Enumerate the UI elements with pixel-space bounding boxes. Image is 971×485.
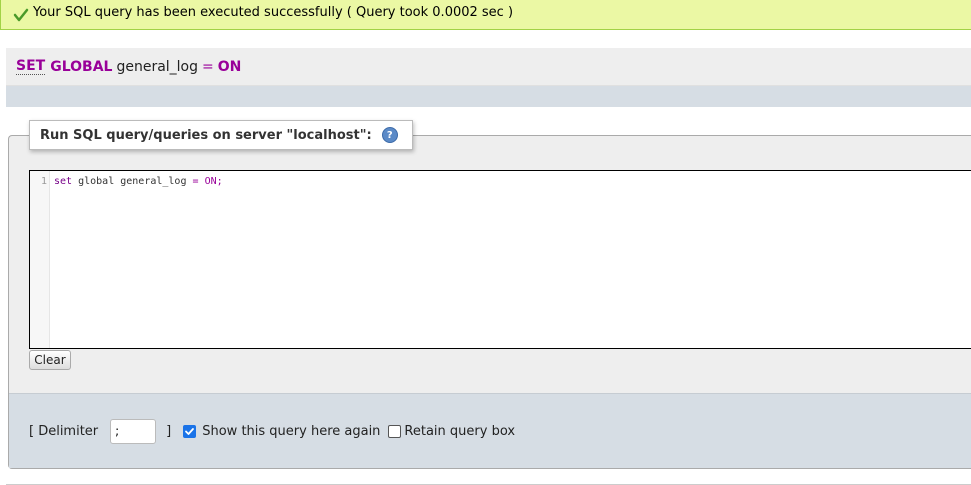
sql-keyword-set[interactable]: SET xyxy=(16,58,46,75)
checkmark-icon xyxy=(13,7,29,23)
delimiter-input[interactable] xyxy=(110,418,157,444)
query-options-panel: [ Delimiter ] Show this query here again… xyxy=(9,393,971,468)
code-value: ON; xyxy=(204,176,223,187)
sql-query-legend: Run SQL query/queries on server "localho… xyxy=(29,120,413,150)
show-query-checkbox[interactable] xyxy=(183,424,197,438)
executed-query-box: SET GLOBAL general_log = ON xyxy=(6,48,971,107)
code-keyword-set: set xyxy=(54,176,73,187)
help-icon[interactable]: ? xyxy=(381,127,398,143)
code-keyword-global: global xyxy=(78,176,115,187)
checkbox-check-icon xyxy=(185,427,195,435)
show-query-label[interactable]: Show this query here again xyxy=(202,424,380,439)
line-number: 1 xyxy=(40,176,47,187)
sql-keyword-global: GLOBAL xyxy=(50,58,113,75)
success-message-text: Your SQL query has been executed success… xyxy=(33,5,514,20)
retain-query-label[interactable]: Retain query box xyxy=(404,424,515,439)
query-tools-bar xyxy=(6,86,971,107)
sql-editor[interactable]: 1 set global general_log = ON; xyxy=(29,170,971,349)
clear-button[interactable]: Clear xyxy=(29,350,71,370)
delimiter-close-label: ] xyxy=(166,423,172,439)
executed-query-line: SET GLOBAL general_log = ON xyxy=(6,48,971,86)
sql-operator: = xyxy=(202,58,214,75)
sql-value: ON xyxy=(217,58,242,75)
sql-variable: general_log xyxy=(116,58,199,75)
sql-editor-code[interactable]: set global general_log = ON; xyxy=(50,171,223,348)
line-number-gutter: 1 xyxy=(30,171,50,348)
delimiter-open-label: [ Delimiter xyxy=(29,423,99,439)
code-identifier: general_log xyxy=(120,176,187,187)
legend-text: Run SQL query/queries on server "localho… xyxy=(40,127,372,143)
retain-query-checkbox[interactable] xyxy=(388,424,402,438)
code-operator: = xyxy=(192,176,199,187)
success-message-bar: Your SQL query has been executed success… xyxy=(0,0,971,30)
